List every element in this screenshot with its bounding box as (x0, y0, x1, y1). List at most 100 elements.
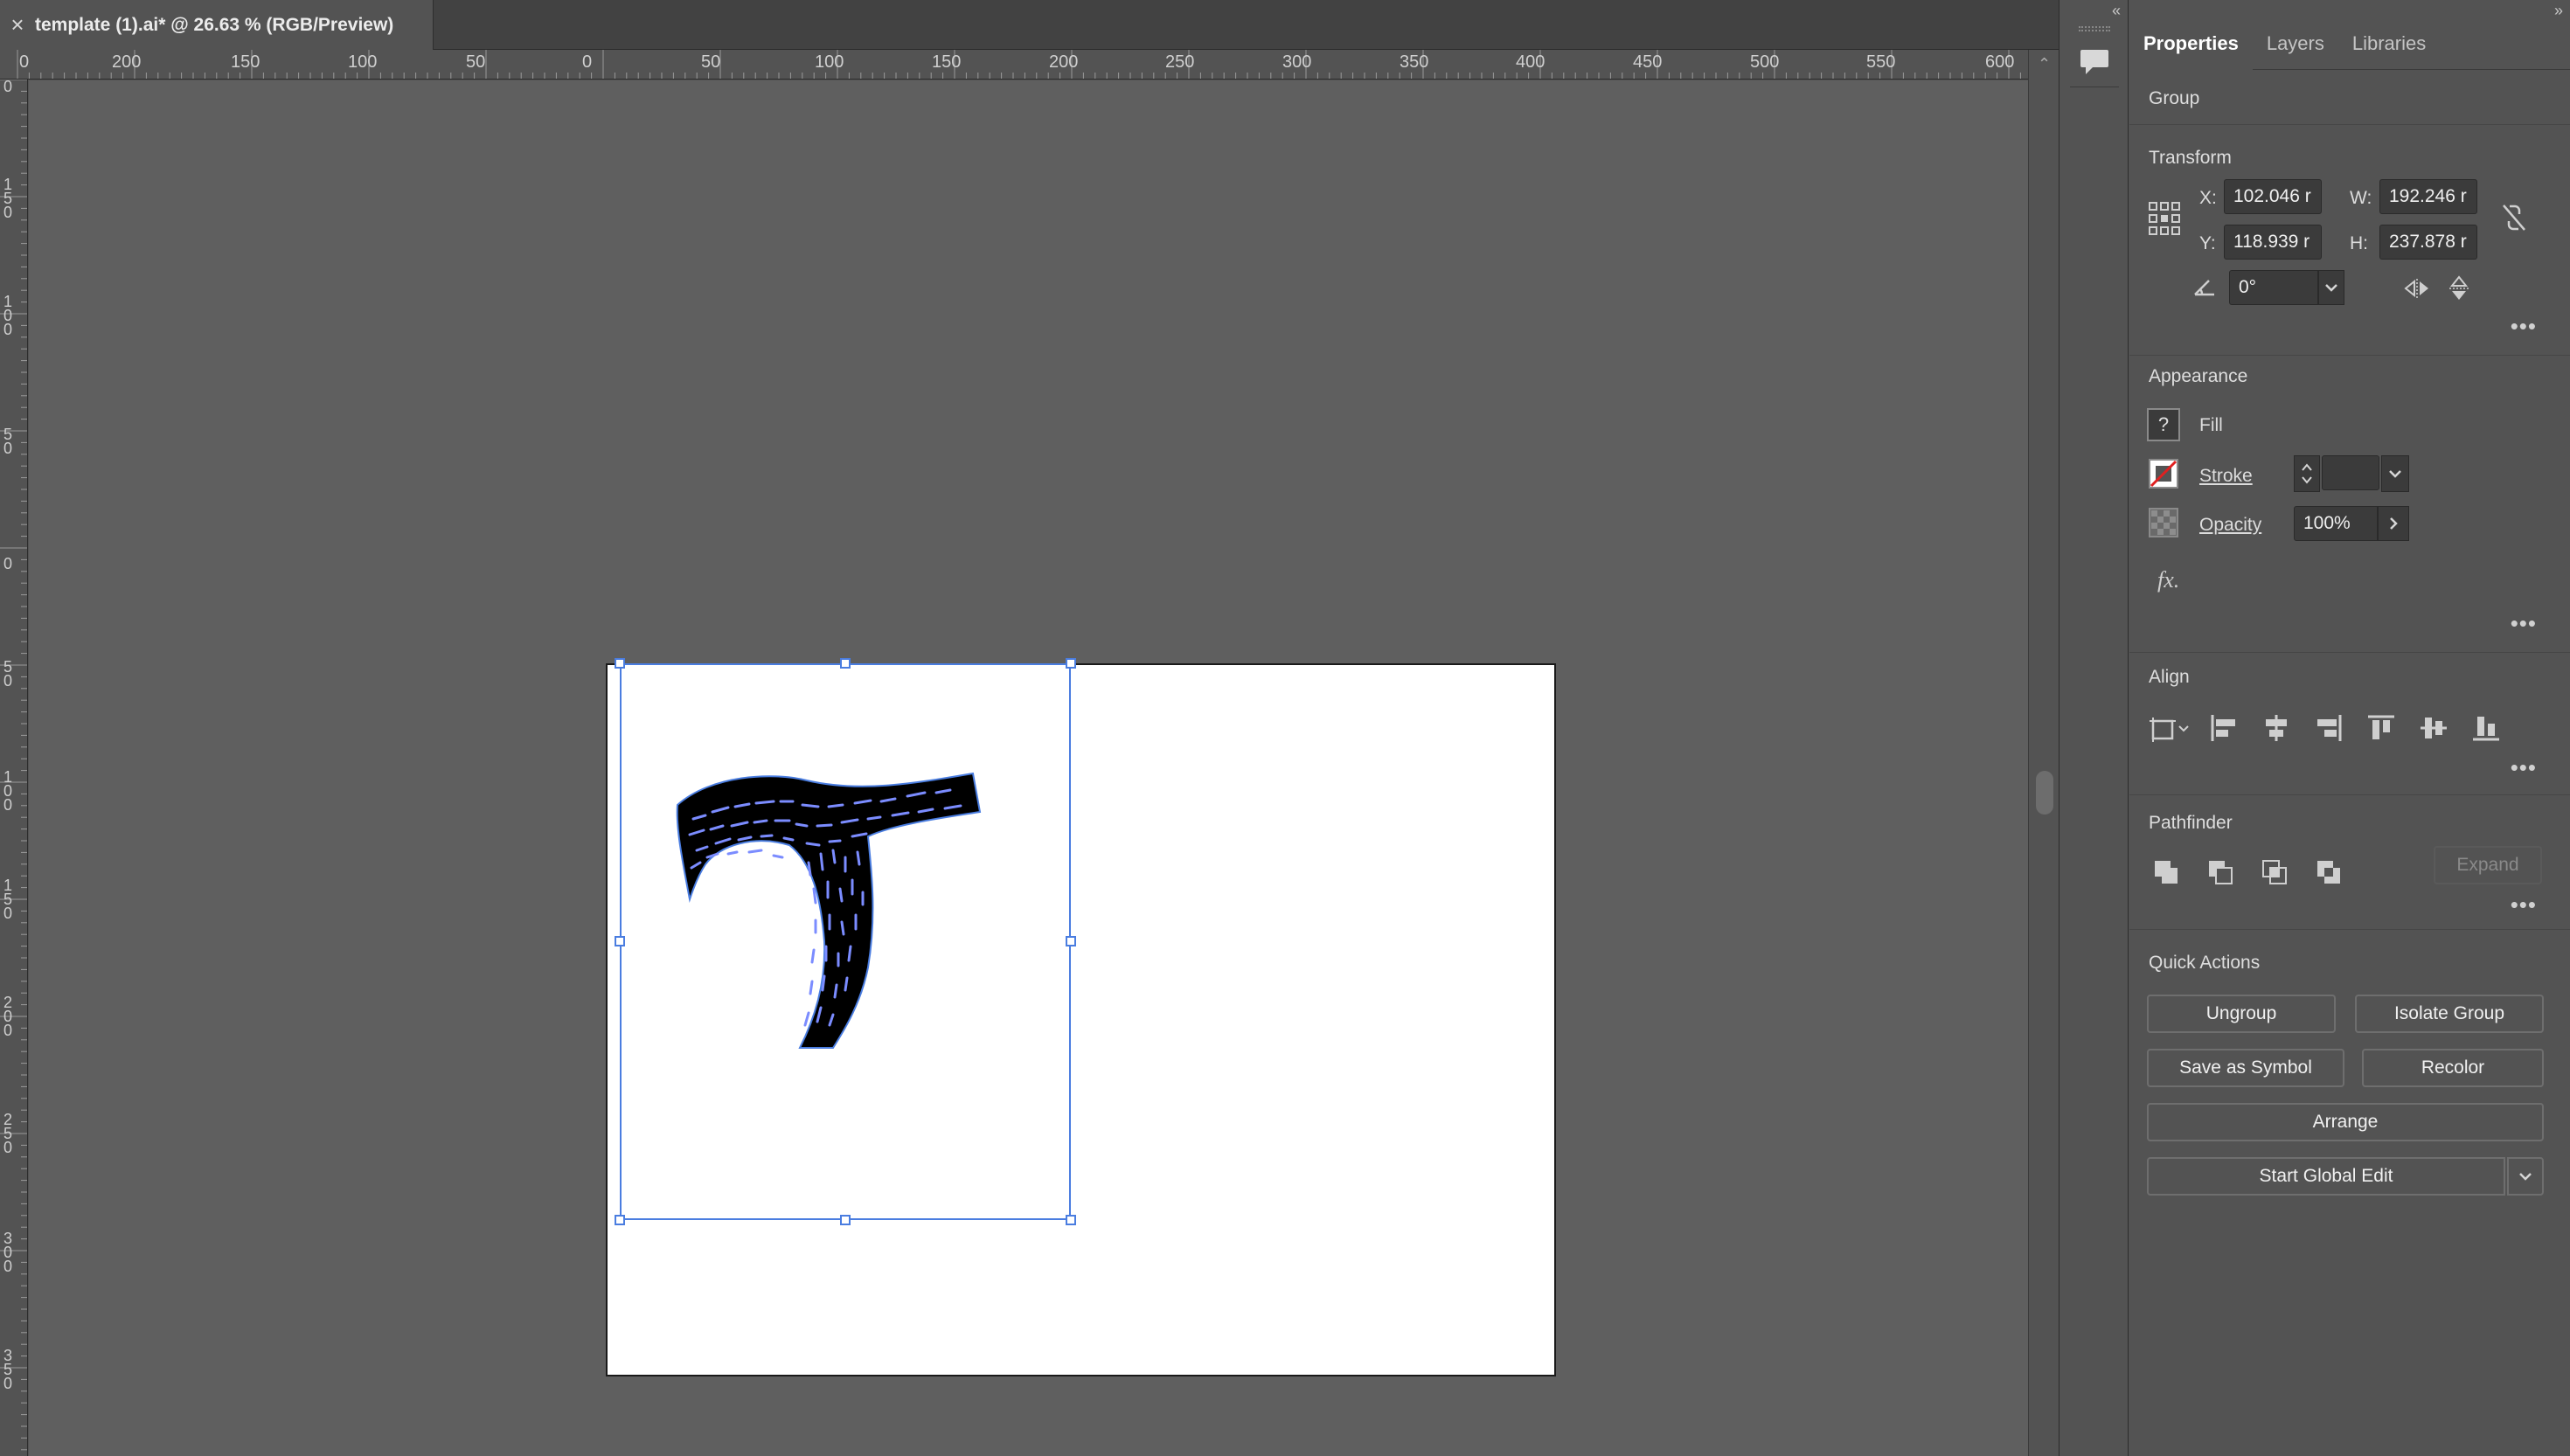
tab-properties[interactable]: Properties (2129, 17, 2253, 70)
ruler-label: 50 (3, 658, 12, 690)
canvas-area[interactable] (29, 80, 2028, 1456)
tab-layers[interactable]: Layers (2253, 17, 2338, 70)
resize-handle[interactable] (1066, 658, 1076, 669)
stroke-label[interactable]: Stroke (2199, 466, 2253, 487)
ruler-label: 300 (1282, 52, 1312, 72)
horizontal-ruler[interactable]: 0 200 150 100 50 0 50 100 150 200 250 30… (0, 50, 2028, 80)
align-section: Align ••• (2129, 653, 2570, 795)
resize-handle[interactable] (615, 936, 625, 946)
chevron-down-icon (2325, 284, 2337, 292)
opacity-expand-button[interactable] (2378, 506, 2409, 541)
more-options-icon[interactable]: ••• (2511, 754, 2537, 781)
quick-actions-section: Quick Actions Ungroup Isolate Group Save… (2129, 930, 2570, 1210)
constrain-proportions-icon[interactable] (2497, 200, 2532, 235)
selection-type-label: Group (2149, 88, 2200, 108)
resize-handle[interactable] (615, 658, 625, 669)
x-label: X: (2199, 188, 2217, 208)
rotate-angle-field[interactable]: 0° (2229, 270, 2318, 305)
selection-section: Group (2129, 71, 2570, 125)
effects-fx-button[interactable]: fx. (2157, 567, 2179, 593)
pathfinder-intersect-icon[interactable] (2257, 855, 2292, 890)
opacity-label[interactable]: Opacity (2199, 515, 2261, 536)
x-position-field[interactable]: 102.046 r (2224, 179, 2322, 214)
more-options-icon[interactable]: ••• (2511, 610, 2537, 637)
align-to-selection-dropdown[interactable] (2147, 711, 2192, 745)
chevron-up-icon[interactable]: ⌃ (2029, 55, 2059, 73)
horizontal-ruler-ticks (17, 50, 2021, 79)
align-vertical-center-icon[interactable] (2416, 711, 2451, 745)
recolor-button[interactable]: Recolor (2362, 1049, 2544, 1087)
start-global-edit-button[interactable]: Start Global Edit (2147, 1157, 2505, 1196)
scroll-thumb[interactable] (2036, 771, 2053, 815)
rotate-angle-icon (2189, 272, 2220, 303)
tab-libraries[interactable]: Libraries (2338, 17, 2440, 70)
vertical-ruler[interactable]: 0 150 100 50 0 50 100 150 200 250 300 35… (0, 80, 28, 1456)
ruler-label: 0 (19, 52, 30, 72)
chevron-down-icon (2519, 1173, 2532, 1181)
resize-handle[interactable] (1066, 936, 1076, 946)
w-label: W: (2350, 188, 2372, 208)
ruler-label: 200 (1049, 52, 1079, 72)
properties-panel: » Properties Layers Libraries Group Tran… (2129, 0, 2570, 1456)
more-options-icon[interactable]: ••• (2511, 891, 2537, 919)
arrange-button[interactable]: Arrange (2147, 1103, 2544, 1141)
save-as-symbol-button[interactable]: Save as Symbol (2147, 1049, 2344, 1087)
reference-point-icon[interactable] (2147, 199, 2182, 238)
stroke-swatch[interactable] (2147, 457, 2180, 490)
stroke-weight-dropdown[interactable] (2381, 455, 2409, 492)
stroke-weight-stepper[interactable] (2294, 455, 2320, 492)
ruler-label: 100 (3, 768, 12, 814)
y-label: Y: (2199, 233, 2216, 253)
align-left-icon[interactable] (2206, 711, 2241, 745)
ruler-label: 600 (1985, 52, 2015, 72)
comments-button[interactable] (2070, 37, 2119, 87)
global-edit-options-dropdown[interactable] (2507, 1157, 2544, 1196)
resize-handle[interactable] (840, 1215, 851, 1225)
flip-horizontal-icon[interactable] (2402, 274, 2432, 303)
flip-vertical-icon[interactable] (2444, 274, 2474, 303)
pathfinder-exclude-icon[interactable] (2311, 855, 2346, 890)
close-tab-icon[interactable]: × (0, 11, 35, 38)
vertical-scrollbar[interactable]: ⌃ (2028, 50, 2059, 1456)
fill-label[interactable]: Fill (2199, 415, 2223, 436)
ruler-label: 150 (3, 176, 12, 221)
pathfinder-minus-front-icon[interactable] (2203, 855, 2238, 890)
transform-section: Transform X: 102.046 r W: 192.246 r Y: 1… (2129, 125, 2570, 356)
ruler-label: 100 (815, 52, 844, 72)
pathfinder-unite-icon[interactable] (2149, 855, 2184, 890)
ruler-label: 100 (3, 293, 12, 338)
rotate-dropdown[interactable] (2318, 270, 2344, 305)
pathfinder-title: Pathfinder (2149, 813, 2233, 833)
appearance-section: Appearance ? Fill Stroke Opacity 100% fx… (2129, 356, 2570, 653)
width-field[interactable]: 192.246 r (2379, 179, 2477, 214)
grip-icon[interactable] (2079, 26, 2110, 31)
align-bottom-icon[interactable] (2469, 711, 2504, 745)
ruler-label: 350 (1400, 52, 1429, 72)
selection-bounding-box[interactable] (620, 663, 1071, 1220)
expand-button[interactable]: Expand (2434, 846, 2542, 884)
y-position-field[interactable]: 118.939 r (2224, 225, 2322, 260)
fill-swatch[interactable]: ? (2147, 408, 2180, 441)
collapse-icon[interactable]: « (2112, 2, 2121, 20)
align-top-icon[interactable] (2364, 711, 2399, 745)
resize-handle[interactable] (1066, 1215, 1076, 1225)
ruler-label: 0 (582, 52, 593, 72)
isolate-group-button[interactable]: Isolate Group (2355, 995, 2544, 1033)
align-horizontal-center-icon[interactable] (2259, 711, 2294, 745)
more-options-icon[interactable]: ••• (2511, 313, 2537, 340)
opacity-field[interactable]: 100% (2294, 506, 2378, 541)
height-field[interactable]: 237.878 r (2379, 225, 2477, 260)
ungroup-button[interactable]: Ungroup (2147, 995, 2336, 1033)
transform-title: Transform (2149, 148, 2232, 168)
ruler-label: 50 (466, 52, 486, 72)
align-title: Align (2149, 667, 2190, 687)
document-tab[interactable]: × template (1).ai* @ 26.63 % (RGB/Previe… (0, 0, 434, 50)
stroke-weight-field[interactable] (2322, 455, 2379, 490)
ruler-label: 150 (932, 52, 962, 72)
appearance-title: Appearance (2149, 366, 2248, 386)
resize-handle[interactable] (615, 1215, 625, 1225)
ruler-label: 250 (3, 1111, 12, 1156)
document-tab-title[interactable]: template (1).ai* @ 26.63 % (RGB/Preview) (35, 15, 393, 36)
resize-handle[interactable] (840, 658, 851, 669)
align-right-icon[interactable] (2311, 711, 2346, 745)
